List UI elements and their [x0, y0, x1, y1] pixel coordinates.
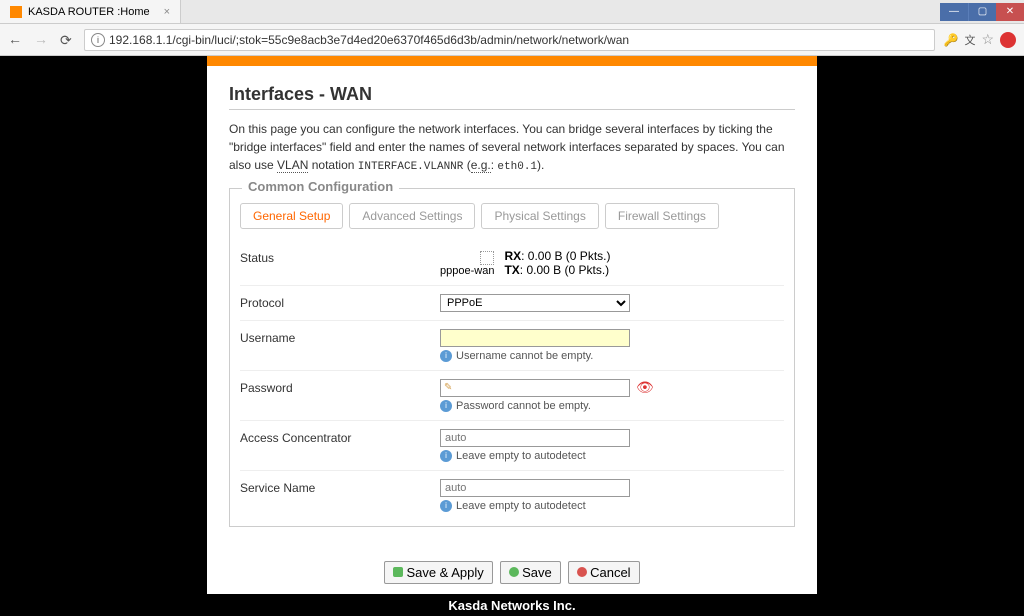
url-text: 192.168.1.1/cgi-bin/luci/;stok=55c9e8acb…: [109, 33, 629, 47]
window-close-icon[interactable]: ✕: [996, 3, 1024, 21]
config-tabs: General Setup Advanced Settings Physical…: [230, 203, 794, 229]
service-name-hint: i Leave empty to autodetect: [440, 500, 784, 512]
service-name-row: Service Name i Leave empty to autodetect: [240, 470, 784, 520]
interface-icon: [480, 251, 494, 265]
save-apply-icon: [393, 567, 403, 577]
tab-advanced-settings[interactable]: Advanced Settings: [349, 203, 475, 229]
viewport: Interfaces - WAN On this page you can co…: [0, 56, 1024, 612]
common-config-fieldset: Common Configuration General Setup Advan…: [229, 188, 795, 527]
tab-firewall-settings[interactable]: Firewall Settings: [605, 203, 719, 229]
password-hint: i Password cannot be empty.: [440, 400, 784, 412]
service-name-input[interactable]: [440, 479, 630, 497]
username-input[interactable]: [440, 329, 630, 347]
show-password-icon[interactable]: 👁: [636, 379, 654, 396]
protocol-row: Protocol PPPoE: [240, 285, 784, 320]
tab-favicon-icon: [10, 6, 22, 18]
bookmark-star-icon[interactable]: ☆: [981, 31, 994, 48]
info-icon: i: [440, 500, 452, 512]
info-icon: i: [440, 350, 452, 362]
extension-icon[interactable]: [1000, 32, 1016, 48]
access-concentrator-input[interactable]: [440, 429, 630, 447]
protocol-label: Protocol: [240, 294, 440, 312]
cancel-icon: [577, 567, 587, 577]
reload-icon[interactable]: ⟳: [60, 32, 76, 48]
access-concentrator-row: Access Concentrator i Leave empty to aut…: [240, 420, 784, 470]
access-concentrator-hint: i Leave empty to autodetect: [440, 450, 784, 462]
info-icon: i: [440, 400, 452, 412]
save-icon: [509, 567, 519, 577]
tab-title: KASDA ROUTER :Home: [28, 6, 150, 18]
main-content: Interfaces - WAN On this page you can co…: [207, 66, 817, 594]
protocol-select[interactable]: PPPoE: [440, 294, 630, 312]
status-label: Status: [240, 249, 440, 277]
username-hint: i Username cannot be empty.: [440, 350, 784, 362]
page-description: On this page you can configure the netwo…: [229, 120, 795, 176]
tab-general-setup[interactable]: General Setup: [240, 203, 343, 229]
address-bar[interactable]: i 192.168.1.1/cgi-bin/luci/;stok=55c9e8a…: [84, 29, 935, 51]
pencil-icon: ✎: [444, 382, 452, 393]
username-label: Username: [240, 329, 440, 362]
translate-icon[interactable]: 文: [964, 32, 975, 48]
site-info-icon[interactable]: i: [91, 33, 105, 47]
cancel-button[interactable]: Cancel: [568, 561, 639, 584]
browser-extensions: 🔑 文 ☆: [943, 31, 1016, 48]
proto-name: pppoe-wan: [440, 265, 494, 277]
page-title: Interfaces - WAN: [229, 84, 795, 105]
service-name-label: Service Name: [240, 479, 440, 512]
key-icon[interactable]: 🔑: [943, 33, 958, 47]
tab-close-icon[interactable]: ×: [164, 6, 170, 18]
info-icon: i: [440, 450, 452, 462]
footer: Kasda Networks Inc.: [0, 594, 1024, 616]
status-text: RX: 0.00 B (0 Pkts.) TX: 0.00 B (0 Pkts.…: [504, 249, 610, 277]
save-button[interactable]: Save: [500, 561, 561, 584]
save-apply-button[interactable]: Save & Apply: [384, 561, 492, 584]
title-divider: [229, 109, 795, 110]
browser-nav-bar: ← → ⟳ i 192.168.1.1/cgi-bin/luci/;stok=5…: [0, 24, 1024, 56]
window-maximize-icon[interactable]: ▢: [968, 3, 996, 21]
browser-tab[interactable]: KASDA ROUTER :Home ×: [0, 0, 181, 23]
status-box: pppoe-wan RX: 0.00 B (0 Pkts.) TX: 0.00 …: [440, 249, 784, 277]
password-label: Password: [240, 379, 440, 412]
window-minimize-icon[interactable]: —: [940, 3, 968, 21]
tab-physical-settings[interactable]: Physical Settings: [481, 203, 598, 229]
window-controls: — ▢ ✕: [940, 3, 1024, 21]
fieldset-legend: Common Configuration: [242, 179, 399, 194]
password-row: Password ✎ 👁 i Password cannot be empty.: [240, 370, 784, 420]
forward-icon[interactable]: →: [34, 31, 52, 49]
action-buttons: Save & Apply Save Cancel: [229, 561, 795, 584]
username-row: Username i Username cannot be empty.: [240, 320, 784, 370]
back-icon[interactable]: ←: [8, 31, 26, 49]
access-concentrator-label: Access Concentrator: [240, 429, 440, 462]
status-row: Status pppoe-wan RX: 0.00 B (0 Pkts.) TX…: [240, 241, 784, 285]
browser-tab-bar: KASDA ROUTER :Home × — ▢ ✕: [0, 0, 1024, 24]
vlan-link[interactable]: VLAN: [277, 158, 308, 173]
top-nav-bar: [207, 56, 817, 66]
password-input[interactable]: [440, 379, 630, 397]
config-body: Status pppoe-wan RX: 0.00 B (0 Pkts.) TX…: [230, 241, 794, 520]
